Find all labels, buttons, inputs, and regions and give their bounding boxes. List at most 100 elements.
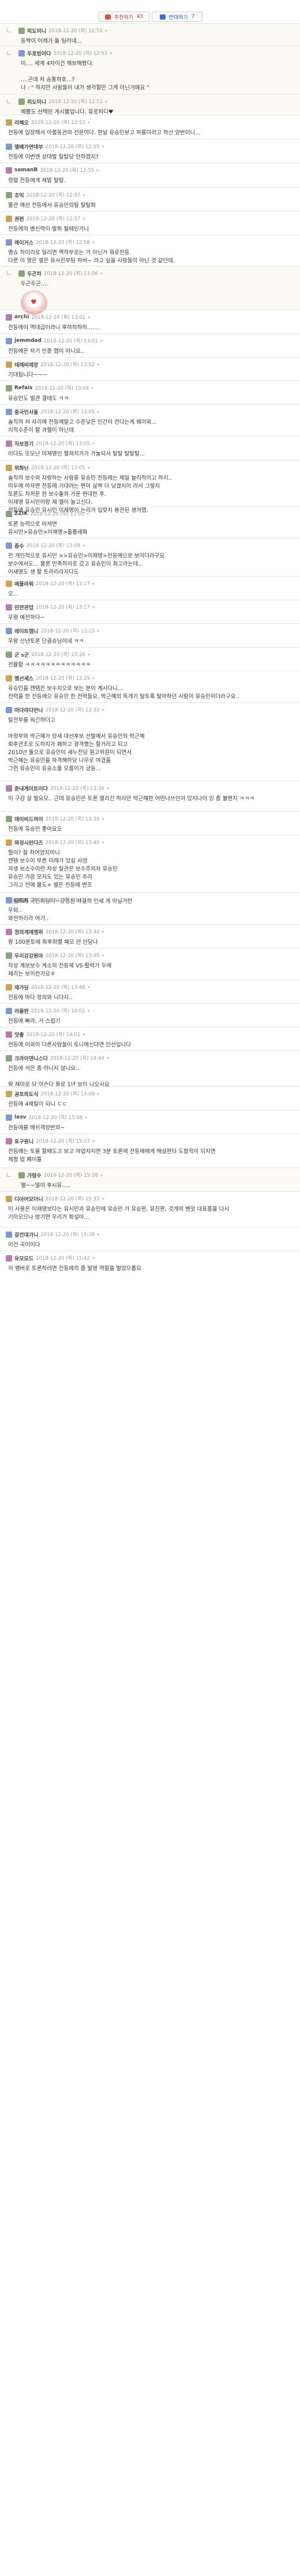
comment-author[interactable]: 디아어모더니	[14, 1195, 43, 1203]
comment-author[interactable]: 마다라다만나	[14, 706, 43, 714]
comment-author[interactable]: somanB	[14, 167, 38, 173]
comment-options-icon[interactable]: ▾	[87, 511, 89, 517]
comment-author[interactable]: archi	[14, 314, 29, 320]
comment-options-icon[interactable]: ▾	[107, 1056, 109, 1061]
comment-options-icon[interactable]: ▾	[102, 144, 104, 149]
comment-author[interactable]: 테레비에앙	[14, 361, 38, 368]
comment-author[interactable]: 정의게에엠위	[14, 928, 43, 936]
comment-author[interactable]: 와겅시린다즈	[14, 839, 43, 846]
comment-options-icon[interactable]: ▾	[82, 193, 85, 198]
comment-author[interactable]: 조익	[14, 191, 24, 199]
comment-options-icon[interactable]: ▾	[88, 465, 90, 470]
comment-options-icon[interactable]: ▾	[110, 51, 112, 56]
comment-options-icon[interactable]: ▾	[88, 1008, 90, 1014]
upvote-button[interactable]: 추천하기 43	[99, 12, 149, 22]
comment-author[interactable]: 두호빙어다	[27, 50, 51, 57]
comment-options-icon[interactable]: ▾	[92, 581, 95, 586]
comment-author[interactable]: 공포의도식	[14, 1090, 38, 1098]
comment-author[interactable]: 권련	[14, 215, 24, 223]
comment-header: 좁수 2018-12-20 (목) 13:09 ▾	[0, 538, 300, 549]
comment-options-icon[interactable]: ▾	[82, 216, 85, 221]
user-level-icon	[6, 580, 12, 587]
comment-options-icon[interactable]: ▾	[100, 1173, 103, 1178]
comment-options-icon[interactable]: ▾	[82, 543, 85, 548]
comment-options-icon[interactable]: ▾	[107, 786, 109, 791]
comment-author[interactable]: 나피트	[14, 897, 29, 904]
comment-options-icon[interactable]: ▾	[92, 441, 95, 446]
comment-header: 마다라다만나 2018-12-20 (목) 13:32 ▾	[0, 703, 300, 714]
comment-options-icon[interactable]: ▾	[88, 315, 90, 320]
comment-author[interactable]: 자보정기	[14, 440, 33, 447]
comment-options-icon[interactable]: ▾	[85, 1115, 87, 1120]
comment-options-icon[interactable]: ▾	[92, 605, 95, 610]
comment-author[interactable]: 민연관업	[14, 604, 33, 611]
comment-date: 2018-12-20 (목) 13:43	[31, 898, 85, 903]
comment-author[interactable]: 레이거스	[14, 239, 33, 246]
comment-author[interactable]: 피도미니	[27, 27, 46, 35]
comment-author[interactable]: 엘베가면데부	[14, 143, 43, 150]
comment-author[interactable]: 유모모드	[14, 1255, 33, 1262]
comment-author[interactable]: 맛좋	[14, 1031, 24, 1038]
comment-author[interactable]: 재가딩	[14, 984, 29, 991]
comment-author[interactable]: 메플라워	[14, 580, 33, 587]
comment-date: 2018-12-20 (목) 12:57	[26, 216, 81, 222]
comment-author[interactable]: 쥰내게이트이다	[14, 785, 48, 792]
downvote-button[interactable]: 반대하기 7	[152, 12, 202, 22]
user-level-icon	[6, 604, 12, 611]
comment-author[interactable]: 좁수	[14, 542, 24, 549]
comment-author[interactable]: 두곤차	[27, 270, 42, 277]
comment-options-icon[interactable]: ▾	[105, 28, 107, 33]
comment-date: 2018-12-20 (목) 13:05	[40, 409, 95, 415]
comment-date: 2018-12-20 (목) 13:46	[45, 953, 100, 959]
comment-author[interactable]: 중국인사돌	[14, 408, 38, 416]
comment-author[interactable]: 군 s군	[14, 651, 29, 658]
comment-options-icon[interactable]: ▾	[97, 628, 99, 634]
comment-author[interactable]: 표구원니	[14, 1138, 33, 1145]
comment-options-icon[interactable]: ▾	[96, 168, 99, 173]
comment-options-icon[interactable]: ▾	[97, 409, 99, 415]
comment-options-icon[interactable]: ▾	[97, 1091, 99, 1097]
comment-author[interactable]: 레이트캠니	[14, 627, 38, 635]
comment: 라물판 2018-12-20 (목) 14:01 ▾ 전등에 빠라, 거 스럽기	[0, 1003, 300, 1027]
comment-options-icon[interactable]: ▾	[92, 240, 95, 245]
comment-options-icon[interactable]: ▾	[102, 929, 104, 935]
comment-author[interactable]: 데이비드하이	[14, 815, 43, 823]
comment-author[interactable]: 뱀선셰스	[14, 675, 33, 682]
comment-options-icon[interactable]: ▾	[102, 816, 104, 822]
comment-options-icon[interactable]: ▾	[88, 120, 90, 125]
user-level-icon	[6, 1007, 12, 1014]
comment-author[interactable]: ZZIK	[14, 511, 28, 517]
comment-options-icon[interactable]: ▾	[88, 898, 90, 903]
comment-author[interactable]: 우리강강원아	[14, 952, 43, 959]
comment-author[interactable]: 라페오	[14, 119, 29, 126]
comment-options-icon[interactable]: ▾	[102, 707, 104, 713]
comment-options-icon[interactable]: ▾	[105, 99, 107, 104]
comment-author[interactable]: jemmdad	[14, 338, 42, 344]
comment-author[interactable]: lesv	[14, 1114, 26, 1120]
comment-date: 2018-12-20 (목) 13:01	[43, 338, 98, 344]
comment-options-icon[interactable]: ▾	[88, 652, 90, 657]
thumbs-down-icon	[159, 14, 166, 20]
comment-options-icon[interactable]: ▾	[102, 953, 104, 958]
comment-options-icon[interactable]: ▾	[92, 1256, 95, 1261]
comment: 레이트캠니 2018-12-20 (목) 13:23 ▾ 우왕 신년토론 단골승님이네…	[0, 623, 300, 647]
comment-author[interactable]: 가랑수	[27, 1172, 42, 1179]
comment-options-icon[interactable]: ▾	[97, 362, 99, 367]
comment-author[interactable]: 위화닌	[14, 464, 29, 472]
comment-options-icon[interactable]: ▾	[100, 338, 103, 344]
comment-options-icon[interactable]: ▾	[82, 1032, 85, 1037]
comment-options-icon[interactable]: ▾	[92, 1139, 95, 1144]
user-level-icon	[6, 542, 12, 549]
comment-author[interactable]: Refais	[14, 385, 32, 391]
comment-author[interactable]: 갈전대가니	[14, 1231, 38, 1238]
comment-author[interactable]: 크라이덴니스다	[14, 1054, 48, 1062]
comment-options-icon[interactable]: ▾	[88, 985, 90, 990]
comment-author[interactable]: 라물판	[14, 1007, 29, 1015]
comment-options-icon[interactable]: ▾	[102, 1196, 104, 1202]
comment-options-icon[interactable]: ▾	[100, 271, 103, 276]
comment-options-icon[interactable]: ▾	[91, 386, 93, 391]
comment-options-icon[interactable]: ▾	[92, 676, 95, 681]
comment-options-icon[interactable]: ▾	[102, 840, 104, 845]
comment-author[interactable]: 피도미니	[27, 98, 46, 106]
comment-options-icon[interactable]: ▾	[97, 1232, 99, 1237]
